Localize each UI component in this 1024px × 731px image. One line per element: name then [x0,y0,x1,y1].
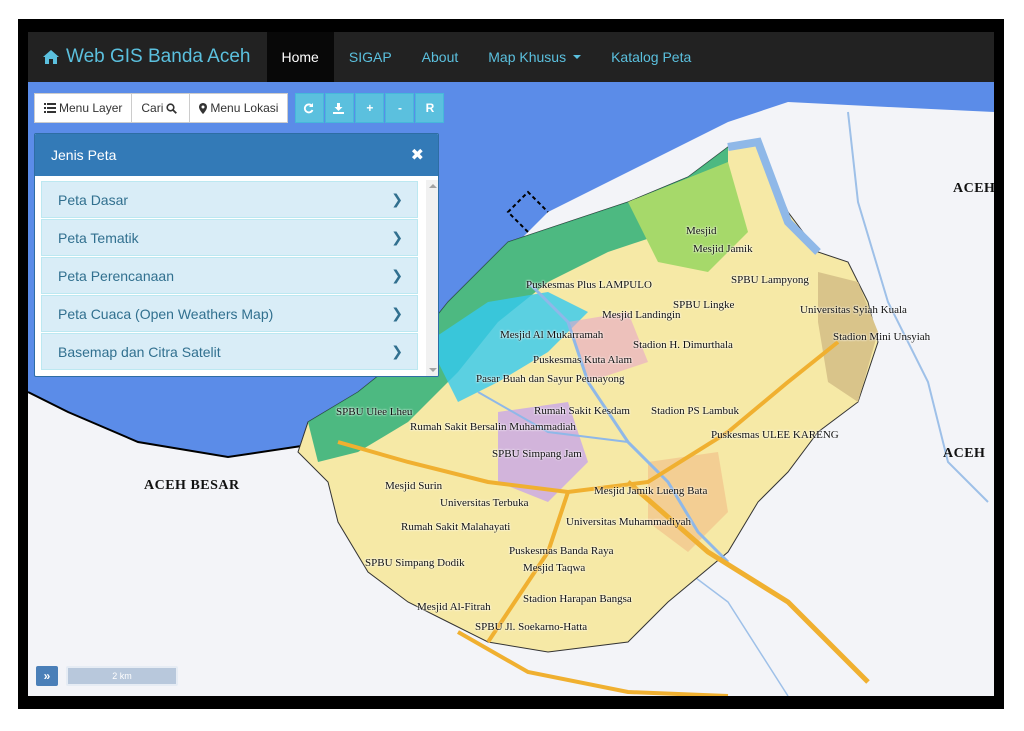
list-icon [44,103,56,113]
map-poi[interactable]: Rumah Sakit Kesdam [534,405,630,417]
nav-sigap[interactable]: SIGAP [334,32,407,82]
refresh-icon [303,102,314,113]
map-poi[interactable]: Rumah Sakit Malahayati [401,521,510,533]
region-label-aceh-north: ACEH [953,181,994,196]
map-poi[interactable]: Mesjid Jamik Lueng Bata [594,485,707,497]
panel-item-label: Peta Perencanaan [58,267,174,284]
home-icon [43,50,59,64]
app-window: Web GIS Banda Aceh Home SIGAP About Map … [28,32,994,696]
menu-layer-label: Menu Layer [59,101,123,115]
map-poi[interactable]: Universitas Muhammadiyah [566,516,691,528]
map-poi[interactable]: SPBU Jl. Soekarno-Hatta [475,621,587,633]
map-poi[interactable]: Mesjid Landingin [602,309,681,321]
map-poi[interactable]: Stadion PS Lambuk [651,405,739,417]
nav-sigap-label: SIGAP [348,49,392,65]
cari-button[interactable]: Cari [131,93,191,123]
reset-view-button[interactable]: R [415,93,445,123]
panel-item-peta-tematik[interactable]: Peta Tematik ❯ [41,219,418,256]
map-poi[interactable]: Universitas Terbuka [440,497,529,509]
brand-title: Web GIS Banda Aceh [66,46,251,67]
panel-title: Jenis Peta [51,147,117,163]
scale-bar: 2 km [66,666,178,686]
region-label-aceh-east: ACEH [943,446,986,461]
menu-lokasi-label: Menu Lokasi [210,101,279,115]
chevron-right-icon: ❯ [391,343,403,359]
map-poi[interactable]: Puskesmas Plus LAMPULO [526,279,652,291]
map-poi[interactable]: Puskesmas Kuta Alam [533,354,632,366]
panel-item-label: Peta Dasar [58,191,129,208]
nav-about[interactable]: About [407,32,474,82]
map-poi[interactable]: Universitas Syiah Kuala [800,304,907,316]
expand-panel-button[interactable]: » [36,666,58,686]
map-poi[interactable]: Pasar Buah dan Sayur Peunayong [476,373,624,385]
brand-link[interactable]: Web GIS Banda Aceh [28,32,267,82]
map-poi[interactable]: Puskesmas Banda Raya [509,545,613,557]
panel-scrollbar[interactable] [426,180,438,376]
map-toolbar: Menu Layer Cari Menu Lokasi + - R [34,93,445,123]
zoom-out-button[interactable]: - [385,93,415,123]
jenis-peta-panel: Jenis Peta ✖ Peta Dasar ❯ Peta Tematik ❯ P… [34,133,439,377]
map-poi[interactable]: SPBU Simpang Jam [492,448,582,460]
cari-label: Cari [141,101,164,115]
map-poi[interactable]: SPBU Simpang Dodik [365,557,465,569]
menu-lokasi-button[interactable]: Menu Lokasi [189,93,289,123]
map-poi[interactable]: Stadion Harapan Bangsa [523,593,632,605]
map-marker-icon [199,102,208,114]
map-poi[interactable]: Stadion Mini Unsyiah [833,331,930,343]
map-poi[interactable]: Stadion H. Dimurthala [633,339,733,351]
panel-item-label: Basemap dan Citra Satelit [58,343,221,360]
panel-item-peta-dasar[interactable]: Peta Dasar ❯ [41,181,418,218]
nav-home-label: Home [281,49,319,65]
map-poi[interactable]: SPBU Ulee Lheu [336,406,412,418]
map-poi[interactable]: Mesjid Surin [385,480,442,492]
map-poi[interactable]: Mesjid Jamik [693,243,753,255]
panel-item-peta-cuaca[interactable]: Peta Cuaca (Open Weathers Map) ❯ [41,295,418,332]
map-poi[interactable]: SPBU Lampyong [731,274,809,286]
search-icon [166,102,178,114]
zoom-in-button[interactable]: + [355,93,385,123]
panel-header: Jenis Peta ✖ [35,134,438,176]
chevron-right-icon: ❯ [391,267,403,283]
map-poi[interactable]: Rumah Sakit Bersalin Muhammadiah [410,421,576,433]
panel-item-peta-perencanaan[interactable]: Peta Perencanaan ❯ [41,257,418,294]
nav-about-label: About [421,49,459,65]
map-poi[interactable]: Puskesmas ULEE KARENG [711,429,839,441]
map-poi[interactable]: Mesjid Al Mukarramah [500,329,603,341]
map-poi[interactable]: Mesjid Al-Fitrah [417,601,491,613]
nav-katalog-peta-label: Katalog Peta [611,49,692,65]
map-poi[interactable]: SPBU Lingke [673,299,734,311]
region-label-aceh-besar: ACEH BESAR [144,478,240,493]
chevron-right-icon: ❯ [391,305,403,321]
refresh-button[interactable] [295,93,325,123]
download-icon [332,102,344,114]
nav-home[interactable]: Home [266,32,334,82]
caret-down-icon [573,55,582,59]
chevron-right-icon: ❯ [391,191,403,207]
download-button[interactable] [325,93,355,123]
panel-item-basemap[interactable]: Basemap dan Citra Satelit ❯ [41,333,418,370]
map-poi[interactable]: Mesjid Taqwa [523,562,585,574]
navbar: Web GIS Banda Aceh Home SIGAP About Map … [28,32,994,82]
panel-item-label: Peta Tematik [58,229,139,246]
nav-map-khusus-dropdown[interactable]: Map Khusus [473,32,596,82]
chevron-right-icon: ❯ [391,229,403,245]
menu-layer-button[interactable]: Menu Layer [34,93,133,123]
panel-body: Peta Dasar ❯ Peta Tematik ❯ Peta Perencana… [35,176,438,376]
nav-katalog-peta[interactable]: Katalog Peta [596,32,706,82]
panel-item-label: Peta Cuaca (Open Weathers Map) [58,305,274,322]
map-poi[interactable]: Mesjid [686,225,717,237]
close-icon[interactable]: ✖ [411,145,424,165]
nav-map-khusus-label: Map Khusus [488,49,567,65]
